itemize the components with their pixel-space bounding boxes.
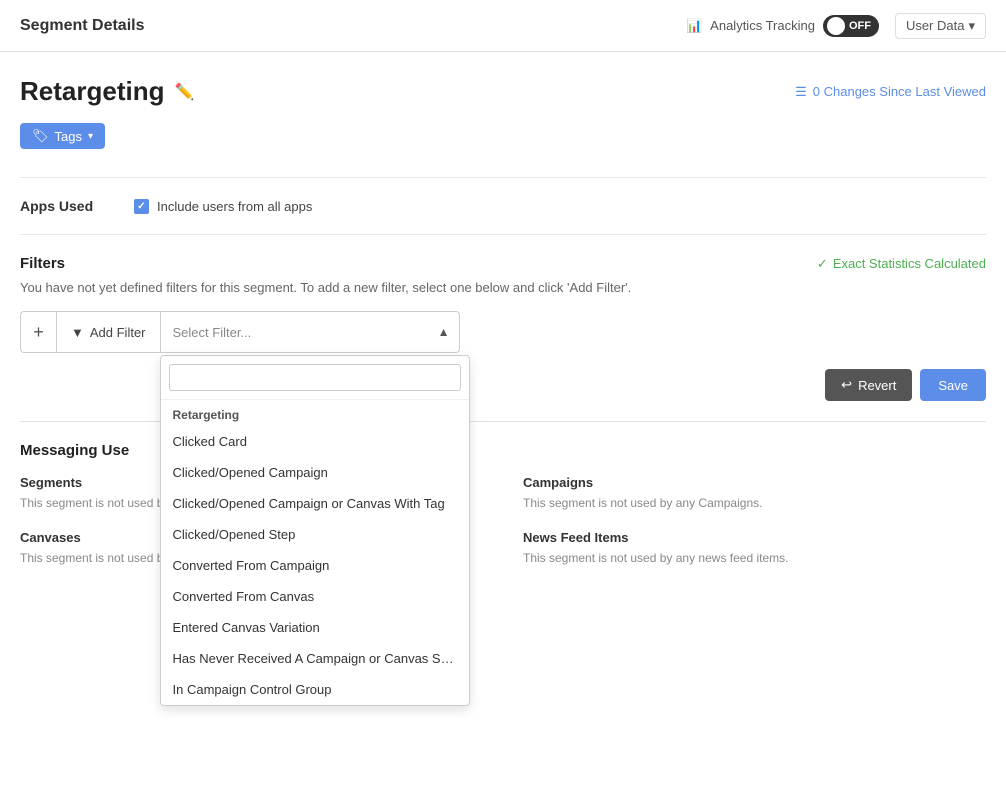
check-icon: ✓ [137, 201, 145, 212]
add-filter-plus-button[interactable]: + [20, 311, 56, 353]
analytics-tracking-label: Analytics Tracking [710, 18, 815, 33]
section-divider-1 [20, 177, 986, 178]
page-title-wrap: Retargeting ✏️ [20, 76, 194, 107]
messaging-use-title: Messaging Use [20, 442, 129, 459]
tags-label: Tags [55, 129, 82, 144]
tag-icon: 🏷 [32, 128, 49, 144]
apps-used-label: Apps Used [20, 198, 110, 214]
tags-button[interactable]: 🏷 Tags ▾ [20, 123, 105, 149]
exact-stats-section: ✓ Exact Statistics Calculated [817, 256, 986, 272]
user-data-button[interactable]: User Data ▾ [895, 13, 986, 39]
filters-description: You have not yet defined filters for thi… [20, 280, 986, 295]
revert-button[interactable]: ↩ Revert [825, 369, 912, 401]
dropdown-scroll[interactable]: Retargeting Clicked Card Clicked/Opened … [161, 400, 469, 705]
dropdown-item-clicked-opened-campaign-canvas-tag[interactable]: Clicked/Opened Campaign or Canvas With T… [161, 488, 469, 519]
section-divider-2 [20, 234, 986, 235]
apps-used-row: Apps Used ✓ Include users from all apps [20, 198, 986, 214]
revert-label: Revert [858, 378, 896, 393]
add-filter-label: Add Filter [90, 325, 146, 340]
include-all-apps-label: Include users from all apps [157, 199, 312, 214]
filter-select-wrap: Select Filter... ▲ Retargeting Clicked C… [160, 311, 460, 353]
user-data-label: User Data [906, 18, 965, 33]
dropdown-item-clicked-opened-step[interactable]: Clicked/Opened Step [161, 519, 469, 550]
user-data-chevron-icon: ▾ [968, 18, 975, 34]
campaigns-desc: This segment is not used by any Campaign… [523, 496, 986, 510]
filters-header: Filters ✓ Exact Statistics Calculated [20, 255, 986, 272]
dropdown-item-clicked-card[interactable]: Clicked Card [161, 426, 469, 457]
dropdown-item-has-never-received[interactable]: Has Never Received A Campaign or Canvas … [161, 643, 469, 674]
page-title: Retargeting [20, 76, 164, 107]
revert-icon: ↩ [841, 377, 852, 393]
changes-label: 0 Changes Since Last Viewed [813, 84, 986, 99]
page-header: Retargeting ✏️ ☰ 0 Changes Since Last Vi… [20, 76, 986, 107]
analytics-tracking-section: 📊 Analytics Tracking OFF [686, 15, 879, 37]
list-icon: ☰ [795, 84, 807, 100]
dropdown-search-input[interactable] [169, 364, 461, 391]
changes-since-last-viewed-link[interactable]: ☰ 0 Changes Since Last Viewed [795, 84, 986, 100]
nav-right: 📊 Analytics Tracking OFF User Data ▾ [686, 13, 986, 39]
news-feed-desc: This segment is not used by any news fee… [523, 551, 986, 565]
checkbox-blue[interactable]: ✓ [134, 199, 149, 214]
edit-icon[interactable]: ✏️ [174, 82, 194, 102]
toggle-circle [827, 17, 845, 35]
dropdown-item-in-campaign-control-group[interactable]: In Campaign Control Group [161, 674, 469, 705]
exact-stats-label: Exact Statistics Calculated [833, 256, 986, 271]
filter-icon: ▼ [71, 325, 84, 340]
campaigns-title: Campaigns [523, 475, 986, 490]
dropdown-item-converted-from-campaign[interactable]: Converted From Campaign [161, 550, 469, 581]
analytics-toggle[interactable]: OFF [823, 15, 879, 37]
news-feed-section: News Feed Items This segment is not used… [523, 530, 986, 565]
tags-chevron-icon: ▾ [88, 131, 93, 142]
filter-dropdown: Retargeting Clicked Card Clicked/Opened … [160, 355, 470, 706]
dropdown-group-label: Retargeting [161, 400, 469, 426]
save-button[interactable]: Save [920, 369, 986, 401]
add-filter-button[interactable]: ▼ Add Filter [56, 311, 160, 353]
toggle-off-label: OFF [849, 20, 875, 32]
top-nav: Segment Details 📊 Analytics Tracking OFF… [0, 0, 1006, 52]
main-content: Retargeting ✏️ ☰ 0 Changes Since Last Vi… [0, 52, 1006, 806]
dropdown-item-converted-from-canvas[interactable]: Converted From Canvas [161, 581, 469, 612]
nav-title: Segment Details [20, 17, 144, 35]
filters-title: Filters [20, 255, 65, 272]
include-all-apps-checkbox-wrap[interactable]: ✓ Include users from all apps [134, 199, 312, 214]
filter-row: + ▼ Add Filter Select Filter... ▲ Retarg… [20, 311, 986, 353]
dropdown-search-wrap [161, 356, 469, 400]
dropdown-item-entered-canvas-variation[interactable]: Entered Canvas Variation [161, 612, 469, 643]
filter-select[interactable]: Select Filter... [160, 311, 460, 353]
dropdown-item-clicked-opened-campaign[interactable]: Clicked/Opened Campaign [161, 457, 469, 488]
save-label: Save [938, 378, 968, 393]
campaigns-section: Campaigns This segment is not used by an… [523, 475, 986, 510]
checkmark-icon: ✓ [817, 256, 828, 272]
analytics-bar-icon: 📊 [686, 18, 702, 34]
news-feed-title: News Feed Items [523, 530, 986, 545]
